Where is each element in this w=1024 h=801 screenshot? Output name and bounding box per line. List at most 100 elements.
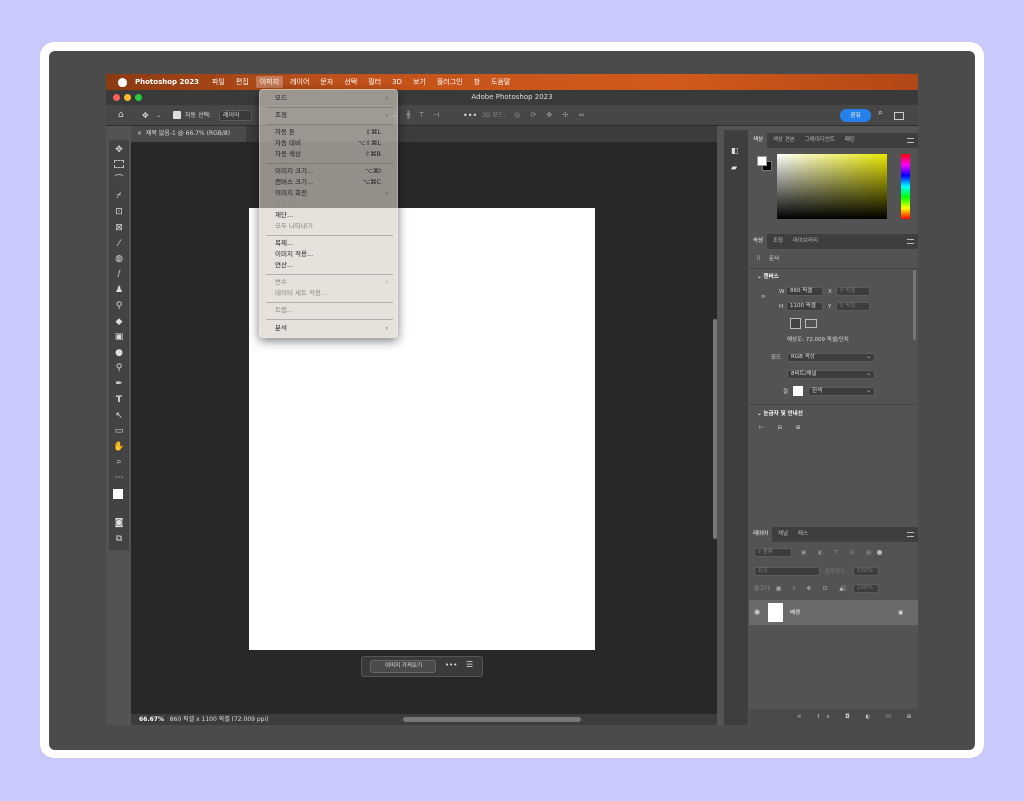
tab-layers[interactable]: 레이어 <box>749 527 773 542</box>
tab-patterns[interactable]: 패턴 <box>841 137 859 143</box>
menu-item-mode[interactable]: 모드 <box>275 94 287 103</box>
x-field[interactable]: 0 픽셀 <box>836 287 870 296</box>
layer-footer-icons[interactable]: ∞ fx ◘ ◐ ▭ ⊞ ⌫ <box>797 713 918 721</box>
quick-mask-icon[interactable]: ◙ <box>113 517 125 529</box>
quick-select-icon[interactable]: ⌿ <box>113 190 125 202</box>
share-button[interactable]: 공유 <box>840 109 871 122</box>
hand-icon[interactable]: ✋ <box>113 441 125 453</box>
menu-item-adjustments[interactable]: 조정 <box>275 111 287 120</box>
layer-fill-field[interactable]: 100% <box>853 584 879 593</box>
rulers-section-header[interactable]: ⌄ 눈금자 및 안내선 <box>757 410 803 418</box>
blend-mode-dropdown[interactable]: 표준 <box>754 567 820 576</box>
tab-properties[interactable]: 속성 <box>749 234 768 249</box>
tab-channels[interactable]: 채널 <box>774 531 792 537</box>
layer-filter-icons[interactable]: ▣ ◐ T ⊡ ▤ <box>801 549 876 557</box>
menu-window[interactable]: 창 <box>474 77 480 87</box>
menu-item-duplicate[interactable]: 복제... <box>275 239 293 248</box>
3d-tools-icons[interactable]: ◎ ⟳ ✥ ✣ ⇔ <box>514 110 588 121</box>
workspace-icon[interactable] <box>894 112 904 120</box>
move-icon[interactable]: ✥ <box>113 144 125 156</box>
align-icons[interactable]: ⊥ ╫ ⊤ ⊣ <box>392 110 442 121</box>
menu-image[interactable]: 이미지 <box>255 76 284 88</box>
menu-item-analysis[interactable]: 분석 <box>275 324 287 333</box>
ruler-guide-icons[interactable]: ⊢ ⊟ ⊞ <box>759 424 807 432</box>
minimize-window-button[interactable] <box>124 94 131 101</box>
menu-plugins[interactable]: 플러그인 <box>437 77 463 87</box>
menu-item-image-rotation[interactable]: 이미지 회전 <box>275 189 307 198</box>
panel-menu-icon[interactable] <box>907 138 914 143</box>
tab-libraries[interactable]: 라이브러리 <box>789 238 822 244</box>
history-icon[interactable]: ◧ <box>731 146 739 155</box>
tab-paths[interactable]: 패스 <box>794 531 812 537</box>
tab-swatches[interactable]: 색상 견본 <box>769 137 799 143</box>
fill-color-swatch[interactable] <box>793 386 803 396</box>
zoom-icon[interactable]: ⌕ <box>113 456 125 468</box>
more-options-icon[interactable]: ••• <box>445 661 457 669</box>
rectangle-icon[interactable]: ▭ <box>113 425 125 437</box>
auto-select-checkbox[interactable] <box>173 111 181 119</box>
lasso-icon[interactable]: ⌒ <box>113 174 125 186</box>
menu-edit[interactable]: 편집 <box>236 77 249 87</box>
portrait-orientation-icon[interactable] <box>790 318 801 329</box>
horizontal-scrollbar[interactable] <box>403 717 581 722</box>
eraser-icon[interactable]: ◆ <box>113 316 125 328</box>
pen-icon[interactable]: ✒ <box>113 378 125 390</box>
menu-item-auto-color[interactable]: 자동 색상 <box>275 150 301 159</box>
mode-dropdown[interactable]: RGB 색상 ⌄ <box>787 353 875 362</box>
menu-filter[interactable]: 필터 <box>368 77 381 87</box>
foreground-color-chip[interactable] <box>757 156 767 166</box>
menu-view[interactable]: 보기 <box>413 77 426 87</box>
blur-icon[interactable]: ● <box>113 347 125 359</box>
home-icon[interactable]: ⌂ <box>118 110 124 121</box>
close-window-button[interactable] <box>113 94 120 101</box>
apple-icon[interactable] <box>118 77 127 87</box>
auto-select-dropdown[interactable]: 레이어 <box>219 110 252 121</box>
fill-dropdown[interactable]: 흰색 ⌄ <box>808 387 875 396</box>
y-field[interactable]: 0 픽셀 <box>836 302 870 311</box>
move-tool-icon[interactable]: ✥ <box>142 110 149 121</box>
tool-preset-chevron-icon[interactable]: ⌄ <box>156 110 161 121</box>
menu-3d[interactable]: 3D <box>392 78 402 86</box>
vertical-scrollbar[interactable] <box>713 319 717 539</box>
menu-item-calculations[interactable]: 연산... <box>275 261 293 270</box>
canvas-area[interactable]: 이미지 가져오기 ••• ☰ <box>131 142 717 714</box>
menu-layer[interactable]: 레이어 <box>290 77 309 87</box>
lock-icons[interactable]: ▦ ∕ ✥ ⊡ ▲ <box>776 585 849 593</box>
foreground-color-swatch[interactable] <box>113 489 123 499</box>
menu-type[interactable]: 문자 <box>320 77 333 87</box>
layer-row[interactable]: ◉ 배경 ▣ <box>749 600 918 625</box>
tab-gradients[interactable]: 그레이디언트 <box>801 137 839 143</box>
menu-item-auto-tone[interactable]: 자동 톤 <box>275 128 295 137</box>
opacity-field[interactable]: 100% <box>853 567 879 576</box>
path-select-icon[interactable]: ↖ <box>113 410 125 422</box>
more-options-icon[interactable]: ••• <box>463 110 477 121</box>
close-tab-icon[interactable]: × <box>137 130 142 137</box>
menu-select[interactable]: 선택 <box>344 77 357 87</box>
zoom-window-button[interactable] <box>135 94 142 101</box>
import-image-button[interactable]: 이미지 가져오기 <box>370 660 436 673</box>
healing-icon[interactable]: ◍ <box>113 253 125 265</box>
type-icon[interactable]: T <box>113 394 125 406</box>
menu-item-trim[interactable]: 재단... <box>275 211 293 220</box>
properties-scrollbar[interactable] <box>913 270 916 340</box>
menu-item-apply-image[interactable]: 이미지 적용... <box>275 250 313 259</box>
tab-color[interactable]: 색상 <box>749 133 768 148</box>
height-field[interactable]: 1100 픽셀 <box>786 302 823 311</box>
visibility-eye-icon[interactable]: ◉ <box>754 608 760 616</box>
panel-menu-icon[interactable] <box>907 532 914 537</box>
more-tools-icon[interactable]: ⋯ <box>113 472 125 484</box>
crop-icon[interactable]: ⊡ <box>113 206 125 218</box>
dodge-icon[interactable]: ⚲ <box>113 362 125 374</box>
zoom-level[interactable]: 66.67% <box>139 716 164 723</box>
filter-toggle-icon[interactable] <box>877 550 882 555</box>
menu-item-image-size[interactable]: 이미지 크기... <box>275 167 313 176</box>
menu-app[interactable]: Photoshop 2023 <box>135 78 199 86</box>
history-brush-icon[interactable]: ⚲ <box>113 300 125 312</box>
screen-mode-icon[interactable]: ⧉ <box>113 533 125 545</box>
landscape-orientation-icon[interactable] <box>805 319 817 328</box>
settings-sliders-icon[interactable]: ☰ <box>466 660 473 669</box>
tab-adjustments[interactable]: 조정 <box>769 238 787 244</box>
lock-icon[interactable]: ▣ <box>898 609 903 617</box>
link-icon[interactable]: ∞ <box>761 293 766 301</box>
search-icon[interactable]: ⌕ <box>878 108 883 119</box>
